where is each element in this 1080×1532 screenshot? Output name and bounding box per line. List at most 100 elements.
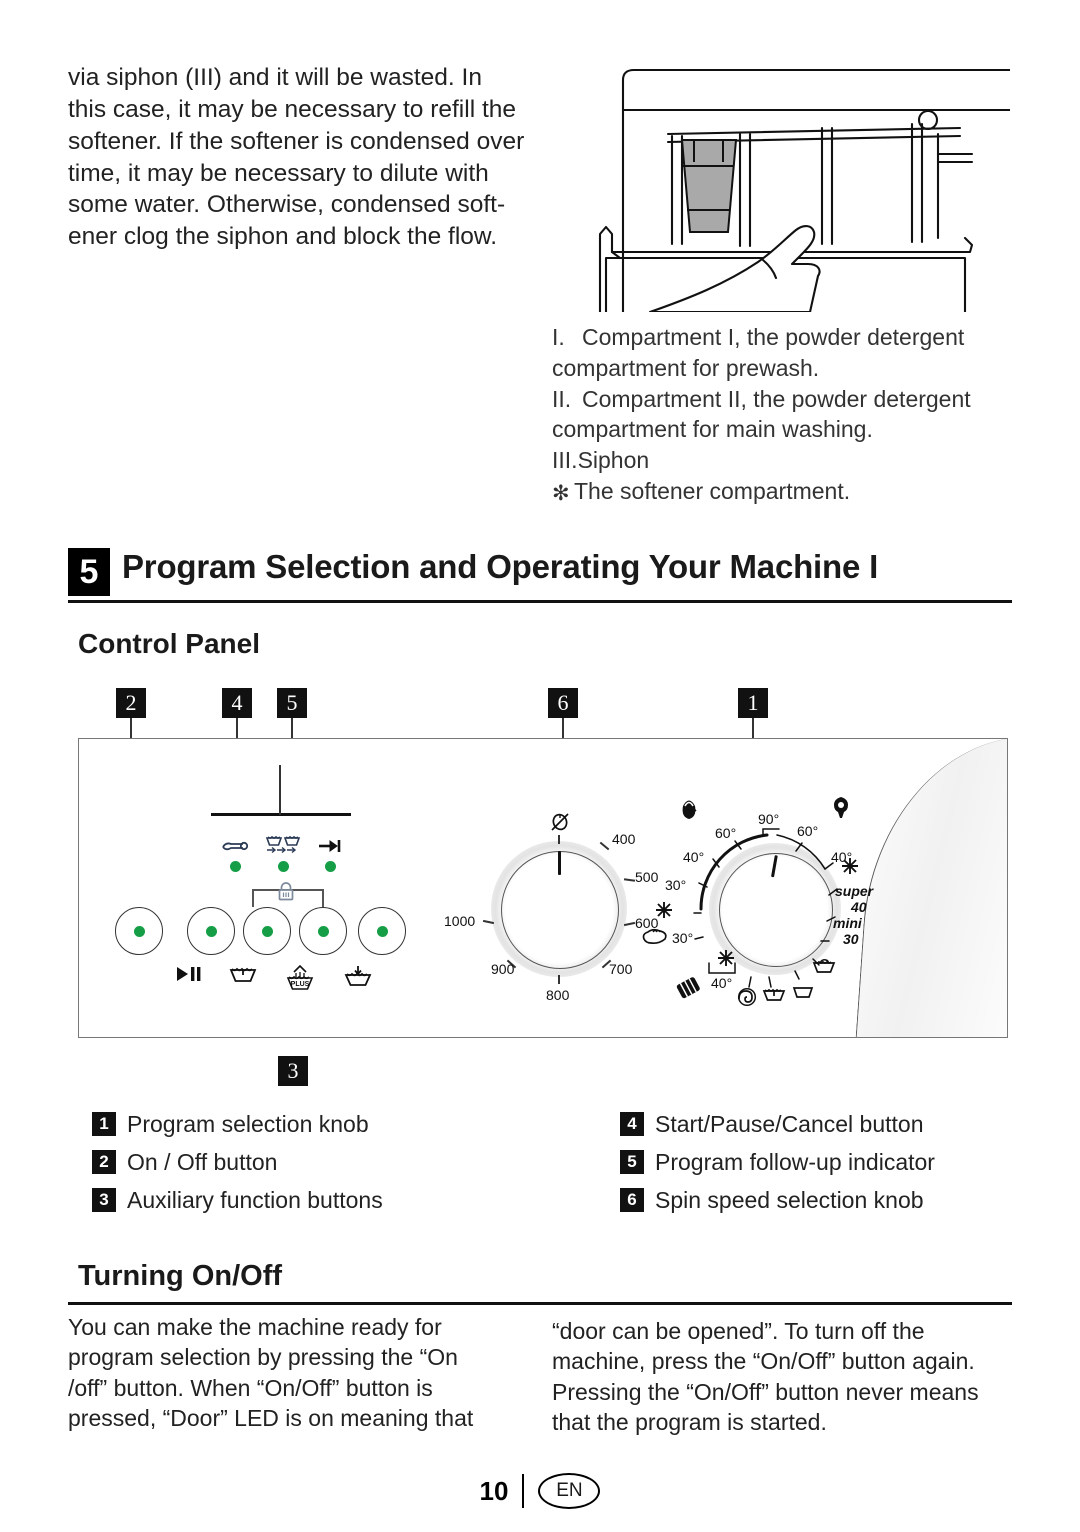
- program-label-90: 90°: [758, 811, 780, 827]
- start-pause-cancel-button[interactable]: [187, 907, 235, 955]
- jeans-icon: [675, 977, 703, 1005]
- key-item-2: 2 On / Off button: [92, 1146, 383, 1178]
- key-item-6: 6 Spin speed selection knob: [620, 1184, 935, 1216]
- turning-on-off-column-1: You can make the machine ready for progr…: [68, 1312, 518, 1433]
- snowflake-icon-right: [841, 857, 859, 879]
- spin-tick-500: [623, 878, 636, 882]
- body-line: “door can be opened”. To turn off the: [552, 1318, 925, 1344]
- handbag-icon: [677, 797, 701, 825]
- play-pause-icon: [161, 965, 215, 991]
- callout-1: 1: [738, 688, 768, 718]
- led-start-pause: [205, 925, 217, 937]
- body-line: that the program is started.: [552, 1409, 827, 1436]
- led-on-off: [133, 925, 145, 937]
- key-number: 1: [92, 1112, 116, 1136]
- on-off-button[interactable]: [115, 907, 163, 955]
- program-label-40-left: 40°: [683, 849, 705, 865]
- key-column-right: 4 Start/Pause/Cancel button 5 Program fo…: [620, 1108, 935, 1222]
- program-label-30-left: 30°: [665, 877, 687, 893]
- svg-text:PLUS: PLUS: [291, 981, 310, 988]
- no-spin-basin-icon: [331, 965, 385, 991]
- key-label: On / Off button: [127, 1148, 278, 1175]
- legend-line: The softener compartment.: [574, 478, 851, 505]
- spin-knob-pointer: [558, 851, 561, 875]
- turning-on-off-heading: Turning On/Off: [78, 1260, 283, 1292]
- rinse-basin-icon: [791, 985, 815, 1003]
- key-item-1: 1 Program selection knob: [92, 1108, 383, 1140]
- indicator-wash-rinse: [263, 835, 303, 872]
- body-line: You can make the machine ready for: [68, 1314, 442, 1340]
- footer-divider: [522, 1474, 525, 1508]
- indicator-bracket-stem: [279, 765, 281, 815]
- program-selection-knob[interactable]: 60° 90° 60° 40° 40° 30° super 40 mini 30…: [639, 791, 899, 1027]
- chapter-heading: 5 Program Selection and Operating Your M…: [68, 548, 1012, 608]
- legend-marker: III.: [552, 447, 578, 474]
- legend-entry-softener: ✻ The softener compartment.: [552, 476, 1012, 508]
- rinse-plus-icon: PLUS: [273, 964, 327, 991]
- no-spin-button[interactable]: [358, 907, 406, 955]
- prewash-button[interactable]: [243, 907, 291, 955]
- key-label: Auxiliary function buttons: [127, 1186, 383, 1213]
- compartment-legend: I. Compartment I, the powder detergent co…: [552, 322, 1012, 508]
- wash-basins-icon: [263, 835, 303, 857]
- siphon-paragraph: via siphon (III) and it will be wasted. …: [68, 62, 538, 253]
- key-number: 6: [620, 1188, 644, 1212]
- spin-tick-nospin: [558, 835, 561, 844]
- control-panel-heading: Control Panel: [78, 628, 261, 659]
- control-panel-diagram: 2 4 5 6 1 3 PLUS 400 500 600 700 800 900…: [78, 688, 1008, 1098]
- led-end: [324, 861, 336, 872]
- legend-entry-I: I. Compartment I, the powder detergent co…: [552, 322, 1012, 384]
- prewash-basin-icon: [216, 965, 270, 991]
- program-follow-up-indicator: [215, 835, 350, 885]
- legend-line: compartment for main washing.: [552, 416, 873, 443]
- key-number: 3: [92, 1188, 116, 1212]
- body-line: program selection by pressing the “On: [68, 1344, 458, 1371]
- led-no-spin: [376, 925, 388, 937]
- spiral-spin-icon: [737, 987, 757, 1011]
- padlock-icon: [275, 881, 297, 903]
- heading-divider: [68, 600, 1012, 603]
- language-badge: EN: [538, 1473, 601, 1509]
- button-row: [115, 907, 406, 957]
- key-item-3: 3 Auxiliary function buttons: [92, 1184, 383, 1216]
- paragraph-line: ener clog the siphon and block the flow.: [68, 223, 498, 251]
- key-number: 5: [620, 1150, 644, 1174]
- led-wash-rinse: [277, 861, 289, 872]
- end-arrow-icon: [310, 835, 350, 857]
- asterisk-flower-icon: ✻: [552, 482, 570, 506]
- legend-entry-III: III.Siphon: [552, 445, 1012, 476]
- legend-marker: II.: [552, 385, 572, 412]
- paragraph-line: time, it may be necessary to dilute with: [68, 159, 489, 187]
- spin-basin-icon: [811, 957, 837, 979]
- led-prewash: [261, 925, 273, 937]
- extra-rinse-plus-button[interactable]: [299, 907, 347, 955]
- led-door-lock: [229, 861, 241, 872]
- body-line: /off” button. When “On/Off” button is: [68, 1374, 433, 1401]
- snowflake-icon-bottom: [717, 949, 735, 971]
- chapter-number: 5: [68, 548, 110, 596]
- key-label: Start/Pause/Cancel button: [655, 1110, 924, 1137]
- wool-flower-icon: [829, 795, 853, 823]
- key-number: 4: [620, 1112, 644, 1136]
- spin-speed-selection-knob[interactable]: 400 500 600 700 800 900 1000: [444, 799, 669, 1019]
- callout-3: 3: [278, 1056, 308, 1086]
- spin-tick-800: [558, 975, 561, 984]
- program-label-super-temp: 40: [851, 899, 867, 915]
- turning-on-off-column-2: “door can be opened”. To turn off the ma…: [552, 1316, 1012, 1437]
- spin-label-700: 700: [609, 961, 633, 977]
- led-rinse-plus: [317, 925, 329, 937]
- legend-line: Compartment I, the powder detergent: [582, 324, 965, 350]
- program-label-mini-temp: 30: [843, 931, 859, 947]
- legend-marker: I.: [552, 324, 565, 350]
- callout-2: 2: [116, 688, 146, 718]
- paragraph-line: via siphon (III) and it will be wasted. …: [68, 64, 482, 91]
- chapter-title: Program Selection and Operating Your Mac…: [122, 548, 879, 585]
- drain-basin-icon: [761, 987, 787, 1007]
- body-line: Pressing the “On/Off” button never means: [552, 1378, 979, 1405]
- callout-5: 5: [277, 688, 307, 718]
- spin-label-900: 900: [491, 961, 515, 977]
- paragraph-line: this case, it may be necessary to refill…: [68, 95, 516, 123]
- paragraph-line: softener. If the softener is condensed o…: [68, 127, 525, 155]
- key-label: Program follow-up indicator: [655, 1148, 935, 1175]
- indicator-door-lock: [215, 835, 255, 872]
